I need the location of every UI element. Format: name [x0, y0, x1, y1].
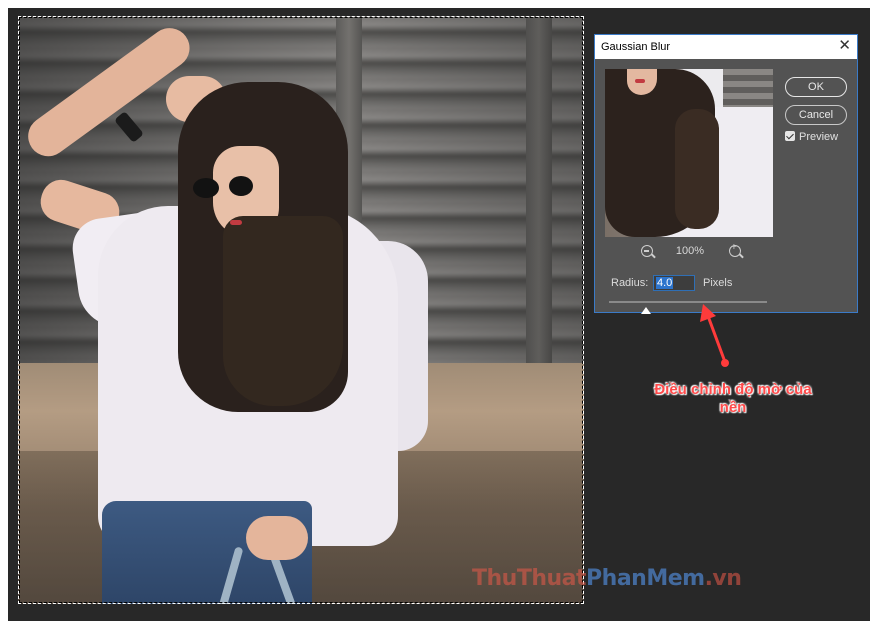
watermark-part-1: ThuThuat	[472, 566, 587, 591]
annotation-line-2: nền	[719, 399, 747, 416]
watermark-part-2: PhanMem	[586, 566, 705, 591]
watermark-part-3: .vn	[704, 566, 742, 591]
annotation-text: Điều chỉnh độ mờ của nền	[628, 381, 838, 417]
annotation-arrow	[700, 304, 729, 367]
watermark: ThuThuatPhanMem.vn	[472, 566, 742, 591]
annotation-line-1: Điều chỉnh độ mờ của	[654, 381, 812, 398]
